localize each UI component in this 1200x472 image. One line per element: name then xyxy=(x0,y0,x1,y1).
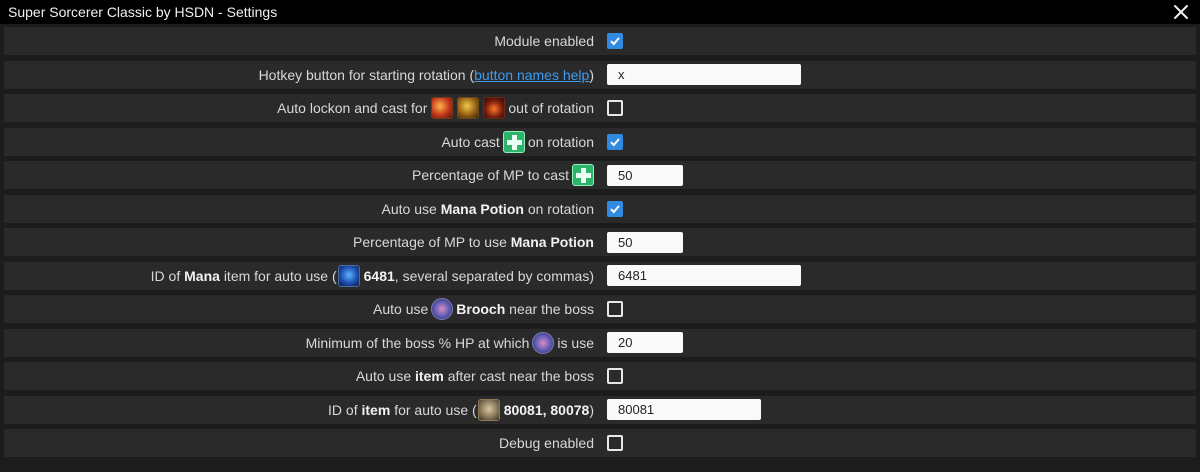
row-mp-cast: Percentage of MP to cast xyxy=(4,161,1196,189)
title-bar: Super Sorcerer Classic by HSDN - Setting… xyxy=(0,0,1200,24)
mana-item-bold: Mana xyxy=(184,267,220,284)
brooch-label: Auto use xyxy=(373,301,429,317)
row-brooch: Auto use Brooch near the boss xyxy=(4,295,1196,323)
check-icon xyxy=(610,204,620,213)
auto-cast-label-end: on rotation xyxy=(527,133,594,150)
mana-potion-checkbox[interactable] xyxy=(607,200,623,217)
debug-label: Debug enabled xyxy=(499,435,594,451)
heal-cross-icon xyxy=(572,164,594,186)
row-item-after-cast: Auto use item after cast near the boss xyxy=(4,362,1196,390)
boss-hp-input[interactable] xyxy=(607,332,683,353)
item-icon xyxy=(477,398,500,421)
auto-lockon-checkbox[interactable] xyxy=(607,100,623,116)
heal-cross-icon xyxy=(502,130,525,153)
mp-potion-input[interactable] xyxy=(607,231,683,253)
hotkey-label-end: ) xyxy=(589,66,594,83)
boss-hp-label-end: is use xyxy=(557,334,594,351)
mana-item-label: ID of xyxy=(150,267,181,284)
row-mp-potion: Percentage of MP to use Mana Potion xyxy=(4,228,1196,256)
module-enabled-label: Module enabled xyxy=(494,33,594,49)
item-after-cast-label-end: after cast near the boss xyxy=(447,368,594,384)
item-after-cast-label: Auto use xyxy=(355,368,412,384)
mana-potion-label: Auto use xyxy=(381,200,437,217)
item-id-label-mid: for auto use ( xyxy=(394,401,477,418)
auto-cast-label: Auto cast xyxy=(441,133,500,150)
row-hotkey: Hotkey button for starting rotation (but… xyxy=(4,60,1196,89)
row-boss-hp: Minimum of the boss % HP at which is use xyxy=(4,328,1196,357)
hotkey-label: Hotkey button for starting rotation ( xyxy=(258,66,475,83)
item-id-bold: item xyxy=(361,401,391,418)
mana-item-id-input[interactable] xyxy=(607,265,801,286)
brooch-icon xyxy=(532,331,555,354)
row-auto-cast: Auto cast on rotation xyxy=(4,127,1196,156)
claw-skill-icon xyxy=(457,97,480,119)
brooch-bold: Brooch xyxy=(456,301,506,317)
module-enabled-checkbox[interactable] xyxy=(607,33,623,49)
row-item-id: ID of item for auto use ( 80081, 80078) xyxy=(4,395,1196,424)
debug-checkbox[interactable] xyxy=(607,435,623,451)
mana-potion-icon xyxy=(337,264,360,287)
mana-item-id-bold: 6481 xyxy=(363,267,395,284)
brooch-label-end: near the boss xyxy=(509,301,594,317)
mana-item-label-mid: item for auto use ( xyxy=(223,267,337,284)
brooch-checkbox[interactable] xyxy=(607,301,623,317)
mana-potion-bold: Mana Potion xyxy=(440,200,524,217)
close-icon[interactable] xyxy=(1173,4,1189,20)
lava-skill-icon xyxy=(483,97,506,119)
check-icon xyxy=(610,37,620,46)
auto-cast-checkbox[interactable] xyxy=(607,133,623,150)
brooch-icon xyxy=(431,298,454,320)
item-after-cast-bold: item xyxy=(415,368,444,384)
row-auto-lockon: Auto lockon and cast for out of rotation xyxy=(4,94,1196,122)
mp-cast-input[interactable] xyxy=(607,164,683,186)
check-icon xyxy=(610,137,620,146)
item-id-label-end: ) xyxy=(589,401,594,418)
window-title: Super Sorcerer Classic by HSDN - Setting… xyxy=(8,4,278,20)
row-debug: Debug enabled xyxy=(4,429,1196,457)
item-id-values-bold: 80081, 80078 xyxy=(503,401,590,418)
item-id-input[interactable] xyxy=(607,399,761,420)
row-module-enabled: Module enabled xyxy=(4,27,1196,55)
mana-item-label-end: , several separated by commas) xyxy=(394,267,594,284)
hotkey-input[interactable] xyxy=(607,64,801,85)
row-mana-potion: Auto use Mana Potion on rotation xyxy=(4,194,1196,223)
boss-hp-label: Minimum of the boss % HP at which xyxy=(305,334,530,351)
mana-potion-label-end: on rotation xyxy=(527,200,594,217)
button-names-help-link[interactable]: button names help xyxy=(474,67,589,83)
mp-potion-label: Percentage of MP to use xyxy=(353,234,507,250)
settings-list: Module enabled Hotkey button for startin… xyxy=(0,27,1200,457)
auto-lockon-label: Auto lockon and cast for xyxy=(277,100,428,116)
mp-cast-label: Percentage of MP to cast xyxy=(412,167,569,183)
fire-skill-icon xyxy=(431,97,454,119)
row-mana-item-id: ID of Mana item for auto use ( 6481, seve… xyxy=(4,261,1196,290)
auto-lockon-label-end: out of rotation xyxy=(508,100,594,116)
item-id-label: ID of xyxy=(328,401,358,418)
item-after-cast-checkbox[interactable] xyxy=(607,368,623,384)
mp-potion-bold: Mana Potion xyxy=(510,234,594,250)
